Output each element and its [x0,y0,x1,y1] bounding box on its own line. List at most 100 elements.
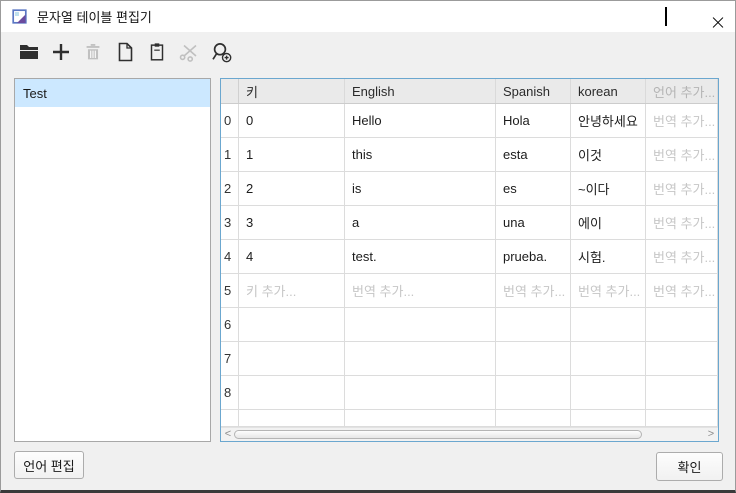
paste-clipboard-icon [146,41,168,68]
string-table-grid[interactable]: 키EnglishSpanishkorean언어 추가... 00HelloHol… [220,78,719,442]
table-list-panel[interactable]: Test [14,78,211,442]
row-header[interactable]: 1 [221,138,239,172]
scrollbar-thumb[interactable] [234,430,642,439]
ok-button[interactable]: 확인 [656,452,723,481]
grid-cell[interactable]: 번역 추가... [646,172,718,206]
app-icon [12,9,28,25]
grid-cell[interactable]: 키 추가... [239,274,345,308]
list-item-test[interactable]: Test [15,79,210,107]
grid-row-6: 6 [221,308,718,342]
column-header-4[interactable]: korean [571,79,646,103]
grid-cell[interactable]: 번역 추가... [646,104,718,138]
scroll-right-arrow-icon[interactable]: > [705,428,717,441]
grid-cell[interactable] [646,342,718,376]
grid-body: 00HelloHola안녕하세요번역 추가...11thisesta이것번역 추… [221,104,718,427]
grid-cell[interactable] [496,376,571,410]
grid-cell[interactable] [496,342,571,376]
grid-cell[interactable]: a [345,206,496,240]
grid-cell[interactable]: 번역 추가... [646,240,718,274]
row-header[interactable]: 8 [221,376,239,410]
grid-corner-header[interactable] [221,79,239,103]
plus-icon [49,40,73,69]
grid-row-partial [221,410,718,427]
grid-cell[interactable]: 이것 [571,138,646,172]
row-header[interactable]: 0 [221,104,239,138]
grid-header-row: 키EnglishSpanishkorean언어 추가... [221,79,718,104]
grid-cell[interactable]: 번역 추가... [345,274,496,308]
grid-cell[interactable]: 4 [239,240,345,274]
grid-cell[interactable] [239,376,345,410]
string-table-editor-window: 문자열 테이블 편집기 Test 키EnglishSpanishkorean언어… [0,0,736,493]
grid-cell[interactable]: this [345,138,496,172]
grid-cell[interactable]: 번역 추가... [646,206,718,240]
titlebar[interactable]: 문자열 테이블 편집기 [1,1,735,32]
minimize-button[interactable] [597,1,643,32]
grid-cell[interactable]: 에이 [571,206,646,240]
add-button[interactable] [47,41,74,68]
grid-cell[interactable] [345,342,496,376]
row-header[interactable]: 7 [221,342,239,376]
grid-cell[interactable]: prueba. [496,240,571,274]
grid-cell[interactable]: es [496,172,571,206]
grid-cell[interactable]: 번역 추가... [496,274,571,308]
grid-cell[interactable]: is [345,172,496,206]
close-button[interactable] [689,1,735,32]
row-header[interactable] [221,410,239,427]
horizontal-scrollbar[interactable]: < > [221,427,718,441]
grid-cell[interactable]: esta [496,138,571,172]
paste-button[interactable] [143,41,170,68]
grid-cell[interactable]: 2 [239,172,345,206]
grid-cell[interactable] [571,376,646,410]
scissors-icon [177,40,201,69]
grid-cell[interactable]: 번역 추가... [571,274,646,308]
row-header[interactable]: 6 [221,308,239,342]
grid-cell[interactable] [496,410,571,427]
grid-cell[interactable] [345,410,496,427]
column-header-5[interactable]: 언어 추가... [646,79,718,103]
grid-cell[interactable]: test. [345,240,496,274]
row-header[interactable]: 3 [221,206,239,240]
column-header-1[interactable]: 키 [239,79,345,103]
row-header[interactable]: 5 [221,274,239,308]
column-header-3[interactable]: Spanish [496,79,571,103]
row-header[interactable]: 4 [221,240,239,274]
trash-icon [82,41,104,68]
grid-cell[interactable] [646,308,718,342]
grid-cell[interactable]: 번역 추가... [646,138,718,172]
grid-cell[interactable]: 0 [239,104,345,138]
grid-row-8: 8 [221,376,718,410]
grid-cell[interactable] [571,342,646,376]
grid-cell[interactable]: Hola [496,104,571,138]
grid-row-1: 11thisesta이것번역 추가... [221,138,718,172]
grid-cell[interactable]: ~이다 [571,172,646,206]
grid-cell[interactable] [239,410,345,427]
maximize-button[interactable] [643,1,689,32]
grid-cell[interactable]: Hello [345,104,496,138]
grid-cell[interactable]: 안녕하세요 [571,104,646,138]
grid-cell[interactable] [345,376,496,410]
grid-row-2: 22ises~이다번역 추가... [221,172,718,206]
grid-cell[interactable]: 시험. [571,240,646,274]
grid-cell[interactable]: una [496,206,571,240]
copy-button[interactable] [111,41,138,68]
grid-row-4: 44test.prueba.시험.번역 추가... [221,240,718,274]
grid-row-3: 33auna에이번역 추가... [221,206,718,240]
grid-cell[interactable] [646,376,718,410]
grid-cell[interactable]: 3 [239,206,345,240]
copy-document-icon [113,40,137,69]
grid-cell[interactable] [239,342,345,376]
grid-cell[interactable]: 1 [239,138,345,172]
scroll-left-arrow-icon[interactable]: < [222,428,234,441]
search-add-button[interactable] [207,41,234,68]
column-header-2[interactable]: English [345,79,496,103]
grid-cell[interactable] [571,410,646,427]
grid-cell[interactable] [239,308,345,342]
grid-cell[interactable] [571,308,646,342]
grid-cell[interactable]: 번역 추가... [646,274,718,308]
grid-cell[interactable] [345,308,496,342]
grid-cell[interactable] [646,410,718,427]
grid-cell[interactable] [496,308,571,342]
edit-language-button[interactable]: 언어 편집 [14,451,84,479]
open-button[interactable] [15,41,42,68]
row-header[interactable]: 2 [221,172,239,206]
